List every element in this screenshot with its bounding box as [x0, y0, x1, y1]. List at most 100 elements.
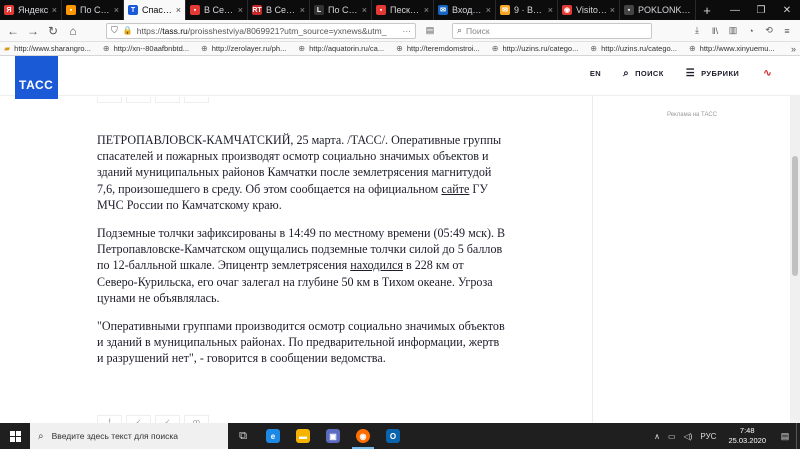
- scrollbar-thumb[interactable]: [792, 156, 798, 276]
- back-button[interactable]: ←: [4, 22, 22, 40]
- facebook-share-icon[interactable]: f: [97, 415, 122, 423]
- show-hidden-icons-icon[interactable]: ∧: [654, 432, 660, 441]
- new-tab-button[interactable]: +: [696, 0, 718, 20]
- browser-tab[interactable]: ▪ Песков пог×: [372, 0, 434, 20]
- article-link[interactable]: сайте: [441, 182, 469, 196]
- home-button[interactable]: ⌂: [64, 22, 82, 40]
- bookmark-item[interactable]: ⊕ http://xn--80aafbnbtd...: [103, 44, 189, 53]
- share-button[interactable]: [184, 97, 209, 103]
- extension-icon[interactable]: ⟲: [760, 25, 778, 36]
- twitter-share-icon[interactable]: ✓: [155, 415, 180, 423]
- show-desktop-button[interactable]: [796, 423, 800, 449]
- browser-tab[interactable]: ✉ 9 · Входящи×: [496, 0, 558, 20]
- shield-icon[interactable]: ⛉: [111, 25, 118, 36]
- bookmark-label: http://zerolayer.ru/ph...: [211, 44, 287, 53]
- download-icon[interactable]: ⤓: [688, 25, 706, 36]
- vk-share-icon[interactable]: ✓: [126, 415, 151, 423]
- language-indicator[interactable]: РУС: [700, 432, 716, 441]
- file-explorer-icon[interactable]: ▬: [288, 423, 318, 449]
- browser-tab[interactable]: ▪ POKLONKA PLA: [620, 0, 696, 20]
- close-tab-icon[interactable]: ×: [608, 5, 615, 15]
- bookmark-item[interactable]: ⊕ http://uzins.ru/catego...: [590, 44, 677, 53]
- browser-tab[interactable]: RT В Северо-К×: [248, 0, 310, 20]
- globe-icon: ⊕: [102, 44, 110, 53]
- bookmark-item[interactable]: ▰ http://www.sharangro...: [4, 44, 91, 53]
- account-icon[interactable]: ◔: [742, 26, 760, 36]
- article-link[interactable]: находился: [350, 258, 403, 272]
- rubrics-button[interactable]: ☰ РУБРИКИ: [686, 68, 740, 79]
- bookmark-item[interactable]: ⊕ http://aquatorin.ru/ca...: [298, 44, 384, 53]
- menu-icon[interactable]: ≡: [778, 26, 796, 36]
- language-link[interactable]: EN: [590, 69, 601, 78]
- close-tab-icon[interactable]: ×: [546, 5, 553, 15]
- bookmark-item[interactable]: ⊕ http://teremdomstroi...: [396, 44, 480, 53]
- browser-tab[interactable]: T Спасате ×: [124, 0, 186, 20]
- windows-icon: [9, 430, 21, 442]
- share-button[interactable]: [126, 97, 151, 103]
- close-tab-icon[interactable]: ×: [50, 5, 57, 15]
- tass-logo[interactable]: ТАСС: [15, 56, 58, 99]
- bookmarks-overflow-button[interactable]: »: [791, 44, 796, 54]
- bookmark-item[interactable]: ⊕ http://www.xinyuemu...: [689, 44, 775, 53]
- url-text[interactable]: https://tass.ru/proisshestviya/8069921?u…: [137, 26, 399, 36]
- clock[interactable]: 7:48 25.03.2020: [728, 426, 766, 446]
- ok-share-icon[interactable]: ꝏ: [184, 415, 209, 423]
- bookmark-label: http://uzins.ru/catego...: [502, 44, 579, 53]
- start-button[interactable]: [0, 423, 30, 449]
- share-bar-top: [97, 97, 213, 103]
- sidebar-icon[interactable]: ▥: [724, 25, 742, 36]
- close-tab-icon[interactable]: ×: [236, 5, 243, 15]
- close-tab-icon[interactable]: ×: [298, 5, 305, 15]
- search-bar[interactable]: ⌕ Поиск: [452, 22, 652, 39]
- live-feed-icon[interactable]: ∿: [763, 68, 772, 79]
- library-icon[interactable]: ‖\: [706, 26, 724, 36]
- address-bar[interactable]: ⛉ 🔒 https://tass.ru/proisshestviya/80699…: [106, 22, 416, 39]
- share-button[interactable]: [97, 97, 122, 103]
- article-paragraph: ПЕТРОПАВЛОВСК-КАМЧАТСКИЙ, 25 марта. /ТАС…: [97, 132, 507, 213]
- search-icon: ⌕: [457, 25, 463, 35]
- page-actions-icon[interactable]: ···: [403, 26, 412, 36]
- tab-favicon-icon: ▪: [190, 5, 200, 15]
- minimize-button[interactable]: —: [722, 0, 748, 20]
- browser-tab[interactable]: ▪ В Северо-К×: [186, 0, 248, 20]
- reload-button[interactable]: ↻: [44, 22, 62, 40]
- browser-tab[interactable]: L По Северо×: [310, 0, 372, 20]
- globe-icon: ⊕: [298, 44, 306, 53]
- notifications-icon[interactable]: ▤: [774, 431, 796, 442]
- tab-title: Входящие: [452, 5, 484, 15]
- share-button[interactable]: [155, 97, 180, 103]
- lock-icon[interactable]: 🔒: [123, 26, 133, 35]
- maximize-button[interactable]: ❐: [748, 0, 774, 20]
- browser-tab[interactable]: ▪ По Северо×: [62, 0, 124, 20]
- close-tab-icon[interactable]: ×: [174, 5, 181, 15]
- site-search-button[interactable]: ⌕ ПОИСК: [623, 68, 664, 79]
- bookmark-item[interactable]: ⊕ http://uzins.ru/catego...: [492, 44, 579, 53]
- bookmarks-toolbar: ▰ http://www.sharangro... ⊕ http://xn--80aa…: [0, 42, 800, 56]
- close-tab-icon[interactable]: ×: [112, 5, 119, 15]
- edge-icon[interactable]: e: [258, 423, 288, 449]
- share-bar-bottom: f ✓ ✓ ꝏ: [97, 415, 213, 423]
- bookmark-item[interactable]: ⊕ http://zerolayer.ru/ph...: [201, 44, 286, 53]
- volume-icon[interactable]: ◁): [684, 432, 693, 441]
- close-tab-icon[interactable]: ×: [422, 5, 429, 15]
- taskbar-search[interactable]: ⌕ Введите здесь текст для поиска: [30, 423, 228, 449]
- tab-title: VisitorCont: [576, 5, 608, 15]
- close-tab-icon[interactable]: ×: [484, 5, 491, 15]
- page-scrollbar[interactable]: [790, 96, 800, 423]
- forward-button[interactable]: →: [24, 22, 42, 40]
- task-view-icon[interactable]: ⧉: [228, 423, 258, 449]
- store-icon[interactable]: ▣: [318, 423, 348, 449]
- close-window-button[interactable]: ✕: [774, 0, 800, 20]
- outlook-icon[interactable]: O: [378, 423, 408, 449]
- reader-view-icon[interactable]: ▤: [422, 23, 438, 39]
- browser-tab[interactable]: Я Яндекс ×: [0, 0, 62, 20]
- browser-tab[interactable]: ✉ Входящие×: [434, 0, 496, 20]
- firefox-icon[interactable]: ◉: [348, 423, 378, 449]
- network-icon[interactable]: ▭: [668, 432, 676, 441]
- windows-taskbar: ⌕ Введите здесь текст для поиска ⧉ e ▬ ▣…: [0, 423, 800, 449]
- taskbar-search-placeholder: Введите здесь текст для поиска: [51, 431, 178, 441]
- browser-tab[interactable]: ◉ VisitorCont×: [558, 0, 620, 20]
- close-tab-icon[interactable]: ×: [360, 5, 367, 15]
- tab-title: POKLONKA PLA: [638, 5, 691, 15]
- search-icon: ⌕: [38, 430, 44, 442]
